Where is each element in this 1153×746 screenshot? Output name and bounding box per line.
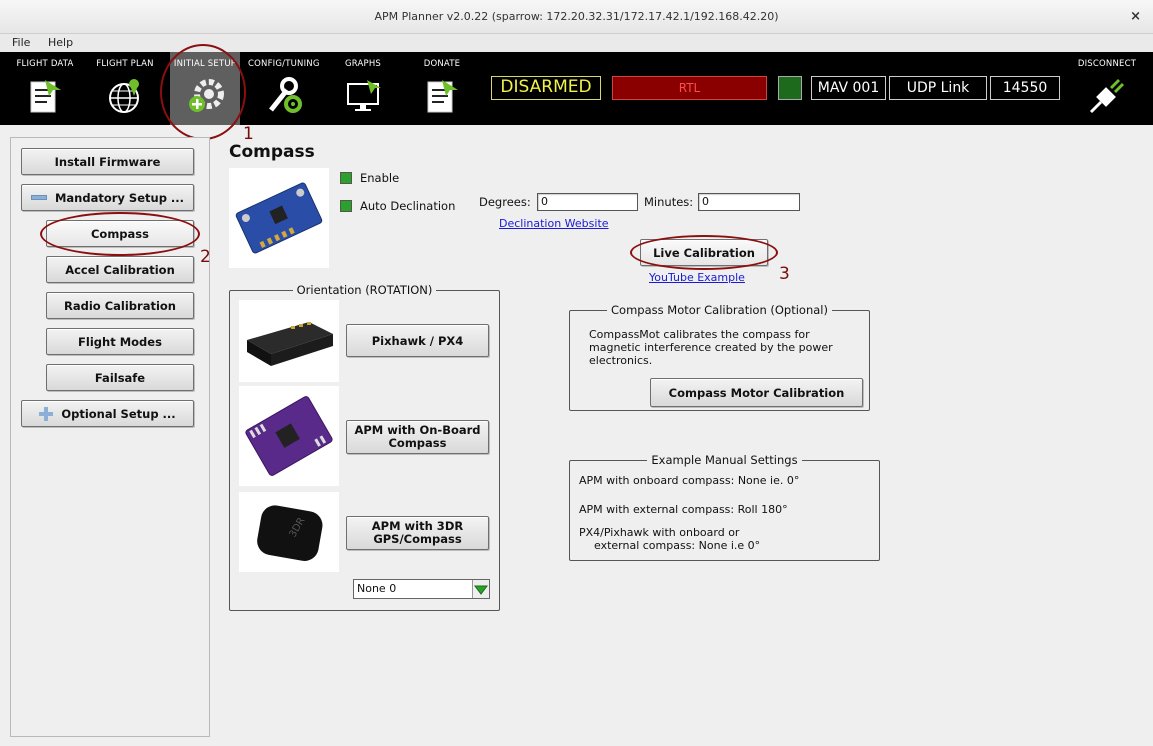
orientation-select-value: None 0 [357,582,397,595]
tab-graphs-label: GRAPHS [344,59,382,69]
tab-flight-plan[interactable]: FLIGHT PLAN [90,52,160,125]
sidebar-item-failsafe[interactable]: Failsafe [46,364,194,391]
compass-module-image [229,168,329,268]
pixhawk-image [239,300,339,382]
mav-id: MAV 001 [811,76,886,100]
example-settings-title: Example Manual Settings [647,453,802,467]
annotation-number-3: 3 [779,264,790,284]
example-line-1: APM with onboard compass: None ie. 0° [579,474,800,487]
optional-setup-label: Optional Setup ... [61,406,176,421]
tab-config-tuning-label: CONFIG/TUNING [248,59,320,69]
sidebar-item-radio-calibration[interactable]: Radio Calibration [46,292,194,319]
minutes-input[interactable]: 0 [698,193,800,211]
config-tuning-icon [269,77,302,113]
sidebar-item-accel-calibration[interactable]: Accel Calibration [46,256,194,283]
auto-declination-label: Auto Declination [360,199,456,213]
graphs-icon [347,80,381,111]
disconnect-label: DISCONNECT [1077,59,1137,69]
enable-label: Enable [360,171,400,185]
tab-flight-data-label: FLIGHT DATA [16,59,74,69]
tab-donate[interactable]: DONATE [407,52,477,125]
apm-gps-orientation-button[interactable]: APM with 3DR GPS/Compass [346,516,489,550]
install-firmware-button[interactable]: Install Firmware [21,148,194,175]
window-title: APM Planner v2.0.22 (sparrow: 172.20.32.… [374,10,779,23]
flight-mode-status: RTL [612,76,767,100]
plug-icon [1089,78,1125,114]
sidebar-item-flight-modes[interactable]: Flight Modes [46,328,194,355]
motor-calibration-description: CompassMot calibrates the compass for ma… [589,328,833,367]
tab-config-tuning[interactable]: CONFIG/TUNING [248,52,320,125]
minutes-label: Minutes: [644,195,694,209]
page-title: Compass [229,142,315,162]
mandatory-setup-button[interactable]: Mandatory Setup ... [21,184,194,211]
app-window: APM Planner v2.0.22 (sparrow: 172.20.32.… [0,0,1153,746]
compass-motor-calibration-button[interactable]: Compass Motor Calibration [650,378,863,407]
motor-calibration-title: Compass Motor Calibration (Optional) [607,303,832,317]
gps-compass-image: 3DR [239,492,339,572]
enable-checkbox[interactable] [340,172,352,184]
armed-status: DISARMED [491,76,601,100]
orientation-select[interactable]: None 0 [353,579,490,599]
example-line-3: PX4/Pixhawk with onboard or [579,526,740,539]
degrees-input[interactable]: 0 [537,193,638,211]
annotation-circle-live-calibration [630,235,778,270]
flight-data-icon [30,80,61,113]
chevron-down-icon [472,580,489,598]
apm-onboard-orientation-button[interactable]: APM with On-Board Compass [346,420,489,454]
disconnect-button[interactable]: DISCONNECT [1072,52,1142,125]
tab-graphs[interactable]: GRAPHS [328,52,398,125]
expand-icon [39,406,54,421]
example-line-2: APM with external compass: Roll 180° [579,503,788,516]
tab-flight-plan-label: FLIGHT PLAN [96,59,154,69]
degrees-label: Degrees: [479,195,531,209]
optional-setup-button[interactable]: Optional Setup ... [21,400,194,427]
mandatory-setup-label: Mandatory Setup ... [54,190,185,205]
link-type[interactable]: UDP Link [889,76,987,100]
tab-flight-data[interactable]: FLIGHT DATA [10,52,80,125]
menu-help[interactable]: Help [48,36,73,49]
collapse-icon [30,195,47,200]
annotation-circle-setup [160,44,246,140]
apm-board-image [239,386,339,486]
annotation-number-2: 2 [200,247,211,267]
menu-bar: File Help [0,34,1153,52]
annotation-number-1: 1 [243,124,254,144]
link-port[interactable]: 14550 [990,76,1060,100]
close-icon[interactable]: × [1130,9,1141,24]
declination-website-link[interactable]: Declination Website [499,217,609,230]
tab-donate-label: DONATE [423,59,461,69]
orientation-title: Orientation (ROTATION) [292,283,437,297]
heartbeat-indicator [778,76,802,100]
flight-plan-icon [109,79,139,113]
pixhawk-orientation-button[interactable]: Pixhawk / PX4 [346,324,489,357]
title-bar: APM Planner v2.0.22 (sparrow: 172.20.32.… [0,0,1153,34]
auto-declination-checkbox[interactable] [340,200,352,212]
donate-icon [427,80,458,113]
example-line-4: external compass: None i.e 0° [594,539,761,552]
youtube-example-link[interactable]: YouTube Example [649,271,745,284]
annotation-circle-compass [40,212,200,256]
menu-file[interactable]: File [12,36,30,49]
